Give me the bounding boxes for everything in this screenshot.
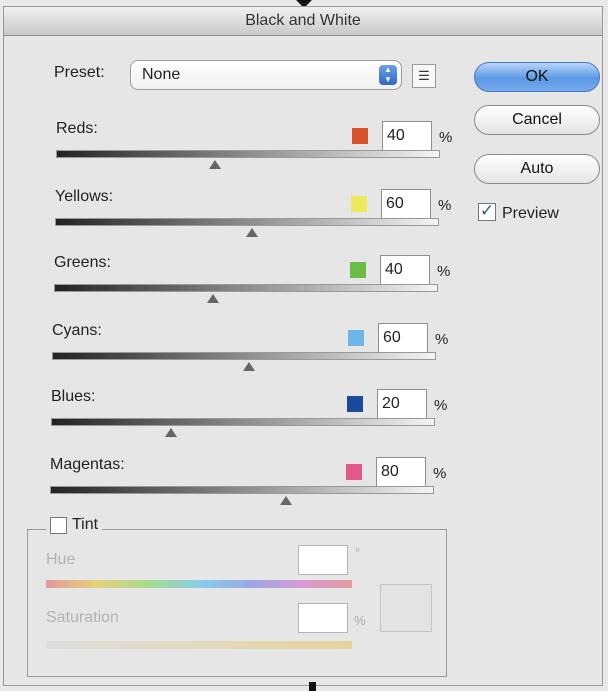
greens-color-swatch (350, 262, 366, 278)
bottom-pointer-icon (309, 682, 316, 691)
reds-value-input[interactable]: 40 (382, 121, 432, 151)
tint-checkbox[interactable] (50, 516, 67, 534)
reds-label: Reds: (56, 120, 98, 137)
dialog-title: Black and White (4, 7, 602, 36)
yellows-slider-thumb[interactable] (246, 228, 258, 237)
blues-percent-sign: % (434, 397, 448, 414)
magentas-value-input[interactable]: 80 (376, 457, 426, 487)
reds-percent-sign: % (439, 129, 453, 146)
checkmark-icon: ✓ (479, 201, 495, 220)
blues-slider-track[interactable] (51, 418, 435, 426)
magentas-label: Magentas: (50, 456, 125, 473)
hue-input[interactable] (298, 545, 348, 575)
greens-slider-thumb[interactable] (207, 294, 219, 303)
preset-label: Preset: (54, 64, 105, 81)
blues-label: Blues: (51, 388, 96, 405)
preset-options-icon[interactable]: ☰ (412, 64, 436, 88)
saturation-slider[interactable] (46, 641, 352, 649)
cyans-percent-sign: % (435, 331, 449, 348)
magentas-color-swatch (346, 464, 362, 480)
hue-unit: ° (355, 545, 361, 560)
yellows-value-input[interactable]: 60 (381, 189, 431, 219)
ok-button[interactable]: OK (474, 62, 600, 92)
hue-slider[interactable] (46, 580, 352, 588)
magentas-percent-sign: % (433, 465, 447, 482)
yellows-percent-sign: % (438, 197, 452, 214)
cyans-value-input[interactable]: 60 (378, 323, 428, 353)
cyans-label: Cyans: (52, 322, 102, 339)
cyans-slider-track[interactable] (52, 352, 436, 360)
cancel-button[interactable]: Cancel (474, 105, 600, 135)
cyans-slider-thumb[interactable] (243, 362, 255, 371)
magentas-slider-track[interactable] (50, 486, 434, 494)
tint-label: Tint (72, 516, 99, 533)
magentas-slider-thumb[interactable] (280, 496, 292, 505)
saturation-input[interactable] (298, 603, 348, 633)
blues-value-input[interactable]: 20 (377, 389, 427, 419)
preview-label: Preview (502, 205, 559, 222)
tint-toggle[interactable]: Tint (46, 516, 103, 534)
tint-color-swatch[interactable] (380, 584, 432, 632)
greens-value-input[interactable]: 40 (380, 255, 430, 285)
yellows-label: Yellows: (55, 188, 114, 205)
hue-label: Hue (46, 551, 76, 568)
saturation-label: Saturation (46, 609, 119, 626)
greens-slider-track[interactable] (54, 284, 438, 292)
greens-percent-sign: % (437, 263, 451, 280)
blues-color-swatch (347, 396, 363, 412)
dropdown-stepper-icon: ▲ ▼ (379, 65, 397, 85)
reds-slider-thumb[interactable] (209, 160, 221, 169)
yellows-slider-track[interactable] (55, 218, 439, 226)
greens-label: Greens: (54, 254, 111, 271)
preset-dropdown[interactable]: None ▲ ▼ (130, 60, 402, 90)
reds-color-swatch (352, 128, 368, 144)
saturation-unit: % (354, 613, 366, 628)
preset-value: None (142, 66, 181, 83)
black-and-white-dialog: Black and White Preset: None ▲ ▼ ☰ OK Can… (3, 6, 603, 686)
auto-button[interactable]: Auto (474, 154, 600, 184)
cyans-color-swatch (348, 330, 364, 346)
reds-slider-track[interactable] (56, 150, 440, 158)
yellows-color-swatch (351, 196, 367, 212)
preview-checkbox[interactable]: ✓ (478, 201, 496, 221)
blues-slider-thumb[interactable] (165, 428, 177, 437)
